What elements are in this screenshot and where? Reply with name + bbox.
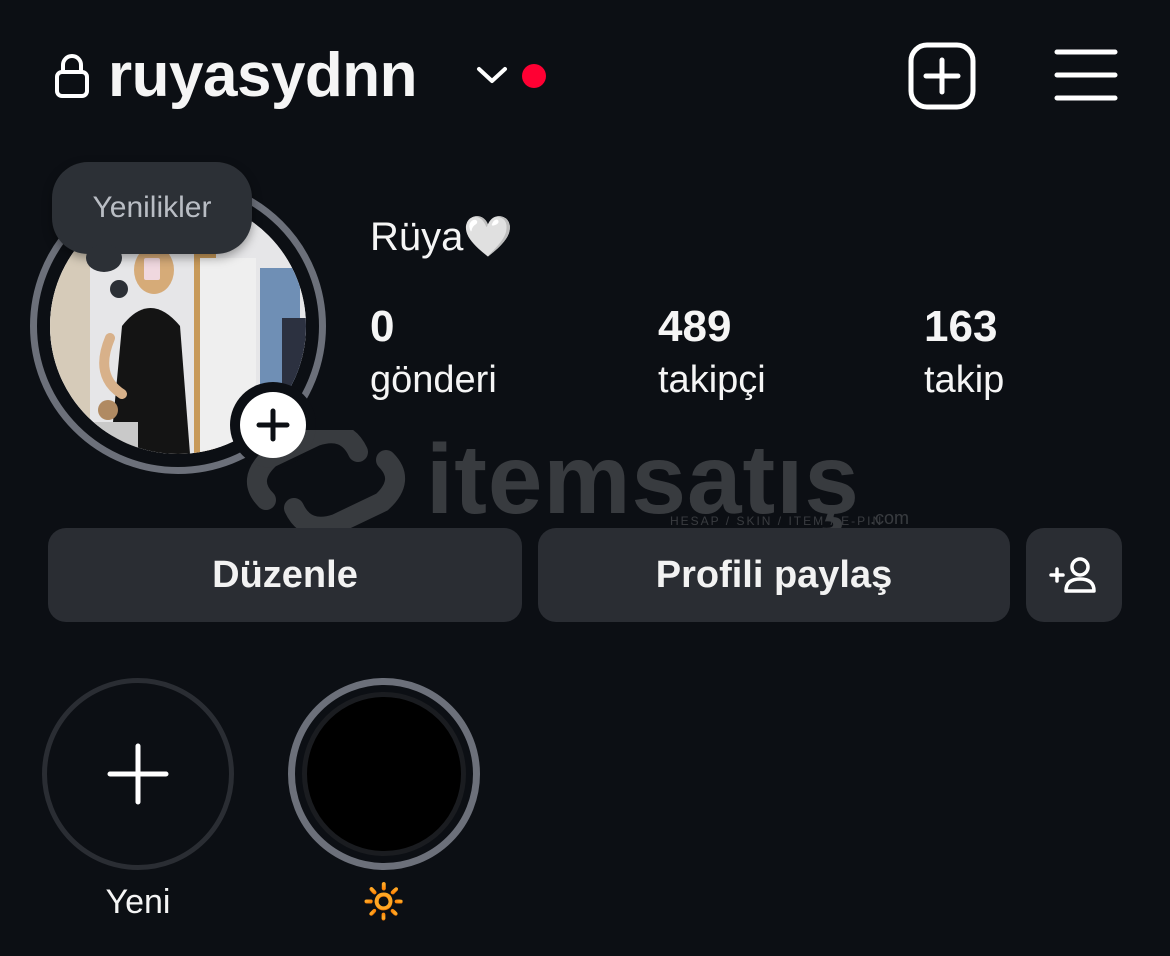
stat-following[interactable]: 163 takip [924, 300, 1004, 406]
highlight-item[interactable] [288, 678, 480, 870]
share-profile-button[interactable]: Profili paylaş [538, 528, 1010, 622]
discover-people-button[interactable] [1026, 528, 1122, 622]
tooltip-text: Yenilikler [92, 191, 212, 224]
stat-followers[interactable]: 489 takipçi [658, 300, 766, 406]
edit-profile-button[interactable]: Düzenle [48, 528, 522, 622]
stat-following-label: takip [924, 359, 1005, 401]
new-highlight-button[interactable] [42, 678, 234, 870]
watermark: itemsatış HESAP / SKIN / ITEM / E-PIN .c… [246, 426, 936, 536]
stat-following-count: 163 [924, 302, 998, 351]
watermark-subtext: HESAP / SKIN / ITEM / E-PIN [670, 514, 884, 528]
whats-new-tooltip[interactable]: Yenilikler [52, 162, 252, 254]
stat-followers-label: takipçi [658, 359, 766, 401]
plus-icon [107, 743, 169, 805]
lock-icon [55, 54, 89, 98]
stat-posts[interactable]: 0 gönderi [370, 300, 497, 406]
display-name: Rüya🤍 [370, 215, 514, 259]
stat-posts-label: gönderi [370, 359, 497, 401]
profile-page: ruyasydnn Yenilikler Rüya🤍 0 gönderi 489… [0, 0, 1170, 956]
highlight-label: 🔆 [362, 883, 406, 921]
add-person-icon [1049, 557, 1096, 593]
highlight-cover [302, 692, 466, 856]
stat-posts-count: 0 [370, 302, 395, 351]
add-story-button[interactable] [230, 382, 316, 468]
plus-icon [256, 408, 290, 442]
tooltip-tail-dot [110, 280, 128, 298]
username[interactable]: ruyasydnn [108, 40, 418, 112]
notification-dot [522, 64, 546, 88]
new-highlight-label: Yeni [105, 883, 171, 921]
tooltip-tail [86, 244, 122, 272]
stat-followers-count: 489 [658, 302, 732, 351]
chevron-down-icon[interactable] [474, 62, 510, 88]
watermark-suffix: .com [870, 508, 910, 528]
create-button[interactable] [908, 42, 976, 110]
menu-button[interactable] [1054, 48, 1118, 102]
watermark-text: itemsatış [426, 424, 860, 534]
